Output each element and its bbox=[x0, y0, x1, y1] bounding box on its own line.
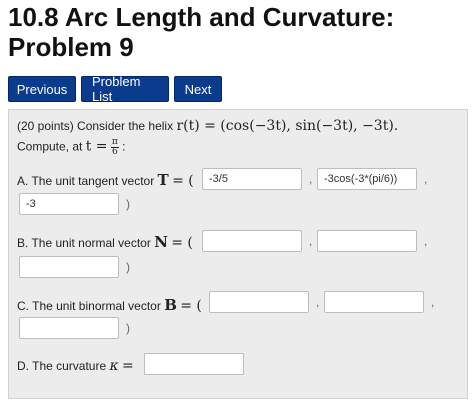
comma-separator: , bbox=[309, 172, 313, 186]
part-b-label: B. The unit normal vector N = ( bbox=[17, 233, 193, 251]
compute-at-text: Compute, at bbox=[17, 139, 83, 154]
previous-button[interactable]: Previous bbox=[8, 76, 76, 102]
part-c-text: C. The unit binormal vector bbox=[17, 299, 161, 313]
problem-list-button[interactable]: Problem List bbox=[81, 74, 169, 104]
normal-vector-symbol: N bbox=[154, 233, 168, 251]
part-a-equals: = ( bbox=[172, 173, 194, 189]
curvature-symbol: κ bbox=[109, 358, 119, 374]
normal-x-input[interactable] bbox=[202, 230, 302, 252]
comma-separator: , bbox=[316, 295, 320, 309]
binormal-z-input[interactable] bbox=[19, 317, 119, 339]
tangent-y-input[interactable]: -3cos(-3*(pi/6)) bbox=[317, 168, 417, 190]
comma-separator: , bbox=[424, 234, 428, 248]
page-title-line-1: 10.8 Arc Length and Curvature: bbox=[8, 2, 395, 32]
t-fraction: π 6 bbox=[110, 138, 119, 157]
binormal-x-input[interactable] bbox=[209, 291, 309, 313]
problem-navigation: Previous Problem List Next bbox=[8, 74, 222, 104]
part-d-label: D. The curvature κ = bbox=[17, 358, 134, 374]
close-paren: ) bbox=[126, 260, 130, 274]
tangent-z-input[interactable]: -3 bbox=[19, 193, 119, 215]
binormal-vector-symbol: B bbox=[164, 296, 177, 314]
close-paren: ) bbox=[126, 321, 130, 335]
part-c-equals: = ( bbox=[180, 298, 202, 314]
curvature-input[interactable] bbox=[144, 353, 244, 375]
part-a-label: A. The unit tangent vector T = ( bbox=[17, 171, 194, 189]
close-paren: ) bbox=[126, 197, 130, 211]
part-b-text: B. The unit normal vector bbox=[17, 236, 151, 250]
binormal-y-input[interactable] bbox=[324, 291, 424, 313]
problem-intro-text: (20 points) Consider the helix bbox=[17, 119, 174, 133]
normal-y-input[interactable] bbox=[317, 230, 417, 252]
normal-z-input[interactable] bbox=[19, 256, 119, 278]
compute-at-line: Compute, at t = π 6 : bbox=[17, 138, 125, 157]
page-title-line-2: Problem 9 bbox=[8, 32, 134, 62]
part-d-text: D. The curvature bbox=[17, 359, 107, 373]
page-title: 10.8 Arc Length and Curvature: Problem 9 bbox=[8, 2, 468, 62]
part-c-label: C. The unit binormal vector B = ( bbox=[17, 296, 202, 314]
problem-statement: (20 points) Consider the helix r(t) = (c… bbox=[17, 118, 398, 134]
comma-separator: , bbox=[309, 234, 313, 248]
next-button[interactable]: Next bbox=[174, 76, 222, 102]
t-equals: t = bbox=[85, 138, 108, 155]
comma-separator: , bbox=[424, 172, 428, 186]
problem-panel: (20 points) Consider the helix r(t) = (c… bbox=[8, 109, 468, 399]
t-colon: : bbox=[122, 139, 126, 154]
tangent-vector-symbol: T bbox=[157, 171, 169, 189]
t-fraction-denominator: 6 bbox=[111, 147, 118, 157]
part-a-text: A. The unit tangent vector bbox=[17, 174, 155, 188]
part-d-equals: = bbox=[122, 358, 134, 374]
part-b-equals: = ( bbox=[171, 235, 193, 251]
tangent-x-input[interactable]: -3/5 bbox=[202, 168, 302, 190]
comma-separator: , bbox=[431, 295, 435, 309]
helix-equation: r(t) = (cos(−3t), sin(−3t), −3t). bbox=[176, 118, 399, 134]
